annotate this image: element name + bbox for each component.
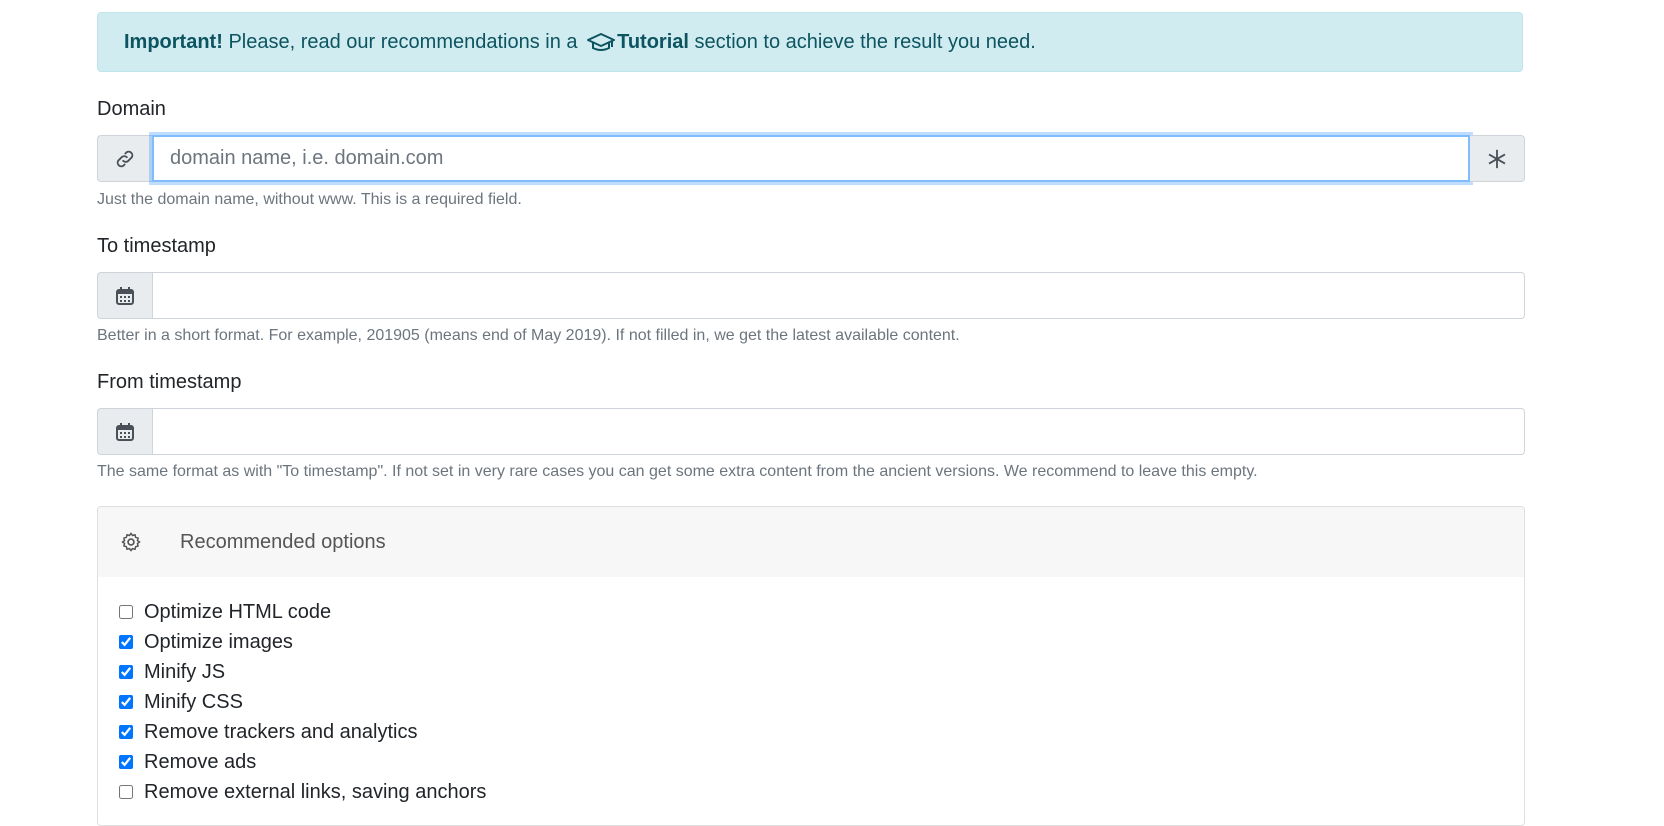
from-timestamp-input[interactable] [152,408,1525,455]
option-row[interactable]: Remove ads [119,747,1524,777]
domain-addon-left [97,135,152,182]
link-icon [116,150,134,167]
option-label: Minify CSS [144,690,243,713]
alert-strong: Important! [124,30,223,53]
option-checkbox[interactable] [119,605,133,619]
card-title: Recommended options [180,530,386,553]
option-label: Remove trackers and analytics [144,720,418,743]
domain-addon-right [1470,135,1525,182]
alert-text-before: Please, read our recommendations in a [222,30,584,53]
recommended-options-card: Recommended options Optimize HTML code Op… [97,506,1525,826]
option-row[interactable]: Minify JS [119,657,1524,687]
option-checkbox[interactable] [119,665,133,679]
option-label: Optimize HTML code [144,600,332,623]
option-label: Minify JS [144,660,226,683]
to-timestamp-help: Better in a short format. For example, 2… [97,327,960,344]
graduation-cap-icon [587,33,616,51]
option-row[interactable]: Optimize images [119,627,1524,657]
from-timestamp-input-group [97,408,1525,455]
option-row[interactable]: Remove external links, saving anchors [119,777,1524,807]
to-timestamp-input[interactable] [152,272,1525,319]
card-header[interactable]: Recommended options [98,507,1524,577]
option-row[interactable]: Remove trackers and analytics [119,717,1524,747]
calendar-icon [116,422,134,441]
option-row[interactable]: Minify CSS [119,687,1524,717]
option-checkbox[interactable] [119,635,133,649]
domain-input-group [97,135,1525,182]
to-timestamp-label: To timestamp [97,235,216,257]
option-label: Remove external links, saving anchors [144,780,487,803]
to-timestamp-input-group [97,272,1525,319]
domain-input[interactable] [152,135,1470,182]
option-row[interactable]: Optimize HTML code [119,597,1524,627]
to-timestamp-addon [97,272,152,319]
option-label: Remove ads [144,750,257,773]
calendar-icon [116,286,134,305]
option-checkbox[interactable] [119,695,133,709]
options-list: Optimize HTML code Optimize images Minify … [98,577,1524,807]
info-alert: Important! Please, read our recommendati… [97,12,1523,72]
gear-icon [121,532,141,552]
from-timestamp-help: The same format as with "To timestamp". … [97,463,1258,480]
domain-help: Just the domain name, without www. This … [97,191,522,208]
asterisk-icon [1488,149,1506,168]
tutorial-link[interactable]: Tutorial [617,31,689,54]
option-label: Optimize images [144,630,293,653]
option-checkbox[interactable] [119,755,133,769]
domain-label: Domain [97,98,166,120]
option-checkbox[interactable] [119,725,133,739]
from-timestamp-addon [97,408,152,455]
from-timestamp-label: From timestamp [97,371,242,393]
alert-text-after: section to achieve the result you need. [688,30,1036,53]
